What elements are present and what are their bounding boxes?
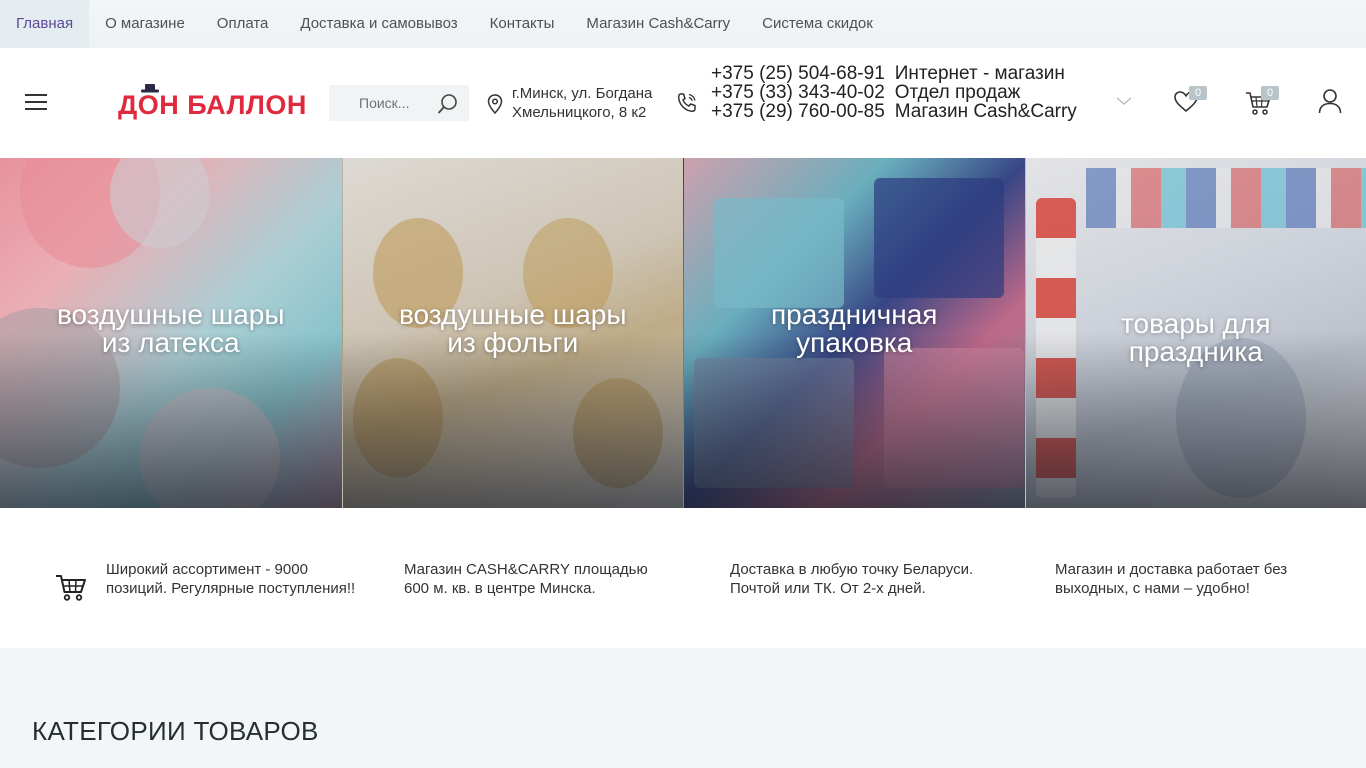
nav-payment[interactable]: Оплата	[201, 0, 285, 48]
address-line-1: г.Минск, ул. Богдана	[512, 85, 653, 102]
feature-assortment: Широкий ассортимент - 9000 позиций. Регу…	[106, 561, 356, 597]
phone-number[interactable]: +375 (29) 760-00-85	[711, 102, 885, 121]
cart-count-badge: 0	[1261, 86, 1279, 100]
address-line-2: Хмельницкого, 8 к2	[512, 104, 647, 121]
site-logo[interactable]: ДОН БАЛЛОН	[118, 84, 306, 126]
banner-title: товары для праздника	[1120, 308, 1271, 367]
shopping-cart-icon	[56, 575, 86, 601]
phone-icon	[677, 93, 696, 113]
phone-row: +375 (25) 504-68-91 Интернет - магазин	[711, 64, 1077, 83]
nav-home[interactable]: Главная	[0, 0, 90, 48]
search-icon[interactable]	[437, 93, 459, 115]
top-navigation: Главная О магазине Оплата Доставка и сам…	[0, 0, 1366, 48]
banner-title: воздушные шары из фольги	[398, 299, 627, 358]
feature-delivery: Доставка в любую точку Беларуси. Почтой …	[730, 561, 974, 597]
phone-number[interactable]: +375 (33) 343-40-02	[711, 83, 885, 102]
logo-text: ДОН БАЛЛОН	[118, 90, 307, 120]
phone-label: Отдел продаж	[894, 82, 1021, 103]
category-banners: воздушные шары из латекса воздушные шары…	[0, 158, 1366, 508]
menu-icon[interactable]	[25, 94, 47, 110]
phone-row: +375 (29) 760-00-85 Магазин Cash&Carry	[711, 102, 1077, 121]
favorites-count-badge: 0	[1189, 86, 1207, 100]
banner-title: воздушные шары из латекса	[56, 299, 285, 358]
phone-list: +375 (25) 504-68-91 Интернет - магазин +…	[711, 64, 1077, 121]
banner-latex-balloons[interactable]: воздушные шары из латекса	[0, 158, 342, 508]
search-box	[329, 85, 469, 121]
categories-section	[0, 648, 1366, 768]
location-pin-icon	[487, 94, 503, 114]
nav-discounts[interactable]: Система скидок	[746, 0, 889, 48]
nav-cash-carry[interactable]: Магазин Cash&Carry	[570, 0, 746, 48]
feature-working-hours: Магазин и доставка работает без выходных…	[1055, 561, 1288, 597]
banner-party-goods[interactable]: товары для праздника	[1024, 158, 1366, 508]
search-input[interactable]	[359, 92, 429, 114]
phone-label: Интернет - магазин	[894, 63, 1065, 84]
categories-title: КАТЕГОРИИ ТОВАРОВ	[32, 716, 319, 746]
phone-label: Магазин Cash&Carry	[894, 101, 1077, 122]
nav-delivery[interactable]: Доставка и самовывоз	[284, 0, 473, 48]
banner-gift-wrap[interactable]: праздничная упаковка	[683, 158, 1025, 508]
user-icon[interactable]	[1318, 88, 1342, 114]
banner-foil-balloons[interactable]: воздушные шары из фольги	[341, 158, 683, 508]
nav-contacts[interactable]: Контакты	[474, 0, 571, 48]
store-address: г.Минск, ул. Богдана Хмельницкого, 8 к2	[512, 84, 652, 122]
banner-title: праздничная упаковка	[771, 299, 938, 358]
phone-row: +375 (33) 343-40-02 Отдел продаж	[711, 83, 1077, 102]
nav-about[interactable]: О магазине	[89, 0, 201, 48]
chevron-down-icon[interactable]	[1115, 95, 1133, 107]
feature-cash-carry: Магазин CASH&CARRY площадью 600 м. кв. в…	[404, 561, 648, 597]
phone-number[interactable]: +375 (25) 504-68-91	[711, 64, 885, 83]
